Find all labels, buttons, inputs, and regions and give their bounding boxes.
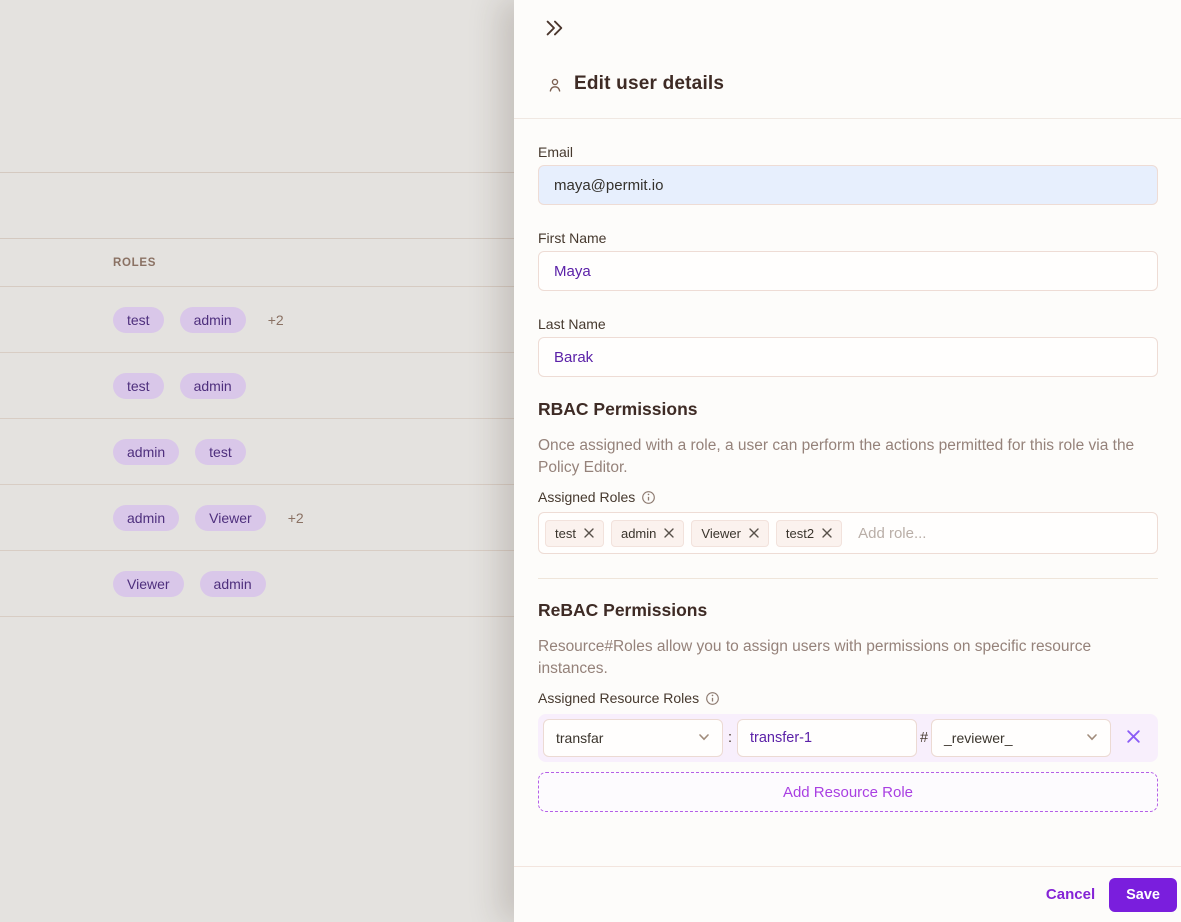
double-chevron-right-icon <box>543 27 565 42</box>
remove-role-icon[interactable] <box>749 528 759 538</box>
remove-resource-role-button[interactable] <box>1125 728 1142 748</box>
role-chip: admin <box>113 505 179 531</box>
remove-role-icon[interactable] <box>822 528 832 538</box>
add-resource-role-button[interactable]: Add Resource Role <box>538 772 1158 812</box>
chip-label: Viewer <box>701 527 741 540</box>
table-row: test admin <box>0 353 514 419</box>
assigned-role-chip: admin <box>611 520 684 547</box>
assigned-resource-roles-label: Assigned Resource Roles <box>538 690 699 706</box>
assigned-resource-roles-label-row: Assigned Resource Roles <box>538 690 720 706</box>
assigned-role-chip: test2 <box>776 520 842 547</box>
email-label: Email <box>538 144 573 160</box>
save-button[interactable]: Save <box>1109 878 1177 912</box>
last-name-field[interactable] <box>538 337 1158 377</box>
role-chip: test <box>113 307 164 333</box>
resource-role-select-value: _reviewer_ <box>944 730 1012 746</box>
first-name-field[interactable] <box>538 251 1158 291</box>
divider <box>0 172 514 173</box>
table-header-roles: ROLES <box>0 238 514 287</box>
divider <box>538 578 1158 579</box>
remove-role-icon[interactable] <box>664 528 674 538</box>
assigned-roles-input[interactable]: test admin Viewer test2 <box>538 512 1158 554</box>
cancel-button[interactable]: Cancel <box>1046 886 1095 903</box>
add-role-input[interactable] <box>858 525 1151 542</box>
role-chip: test <box>113 373 164 399</box>
remove-role-icon[interactable] <box>584 528 594 538</box>
first-name-label: First Name <box>538 230 606 246</box>
resource-instance-separator: : <box>723 730 737 746</box>
assigned-role-chip: Viewer <box>691 520 769 547</box>
chip-label: test <box>555 527 576 540</box>
resource-role-row: transfar : # _reviewer_ <box>538 714 1158 762</box>
info-icon[interactable] <box>641 490 656 505</box>
chevron-down-icon <box>1086 730 1098 746</box>
assigned-role-chip: test <box>545 520 604 547</box>
chevron-down-icon <box>698 730 710 746</box>
divider <box>514 118 1181 119</box>
assigned-roles-label-row: Assigned Roles <box>538 489 656 505</box>
table-row: Viewer admin <box>0 551 514 617</box>
users-page-background: ROLES test admin +2 test admin admin tes… <box>0 0 514 922</box>
table-row: admin Viewer +2 <box>0 485 514 551</box>
resource-role-select[interactable]: _reviewer_ <box>931 719 1111 757</box>
rebac-section-description: Resource#Roles allow you to assign users… <box>538 636 1160 680</box>
role-chip: admin <box>200 571 266 597</box>
email-field[interactable] <box>538 165 1158 205</box>
info-icon[interactable] <box>705 691 720 706</box>
user-icon <box>546 76 564 94</box>
role-chip: admin <box>113 439 179 465</box>
table-row: admin test <box>0 419 514 485</box>
resource-select[interactable]: transfar <box>543 719 723 757</box>
role-chip: admin <box>180 373 246 399</box>
assigned-roles-label: Assigned Roles <box>538 489 635 505</box>
more-roles-count: +2 <box>288 510 304 526</box>
chip-label: admin <box>621 527 656 540</box>
roles-column-header: ROLES <box>113 257 156 269</box>
rbac-section-description: Once assigned with a role, a user can pe… <box>538 435 1160 479</box>
collapse-drawer-button[interactable] <box>543 17 565 39</box>
role-chip: Viewer <box>195 505 266 531</box>
drawer-title: Edit user details <box>574 73 724 95</box>
close-icon <box>1125 728 1142 748</box>
edit-user-drawer: Edit user details Email First Name Last … <box>514 0 1181 922</box>
more-roles-count: +2 <box>268 312 284 328</box>
last-name-label: Last Name <box>538 316 606 332</box>
resource-select-value: transfar <box>556 730 603 746</box>
rebac-section-heading: ReBAC Permissions <box>538 600 707 621</box>
role-chip: admin <box>180 307 246 333</box>
role-chip: Viewer <box>113 571 184 597</box>
resource-instance-field[interactable] <box>737 719 917 757</box>
role-chip: test <box>195 439 246 465</box>
table-row: test admin +2 <box>0 287 514 353</box>
chip-label: test2 <box>786 527 814 540</box>
instance-role-separator: # <box>917 730 931 746</box>
drawer-footer: Cancel Save <box>514 867 1181 922</box>
rbac-section-heading: RBAC Permissions <box>538 399 698 420</box>
